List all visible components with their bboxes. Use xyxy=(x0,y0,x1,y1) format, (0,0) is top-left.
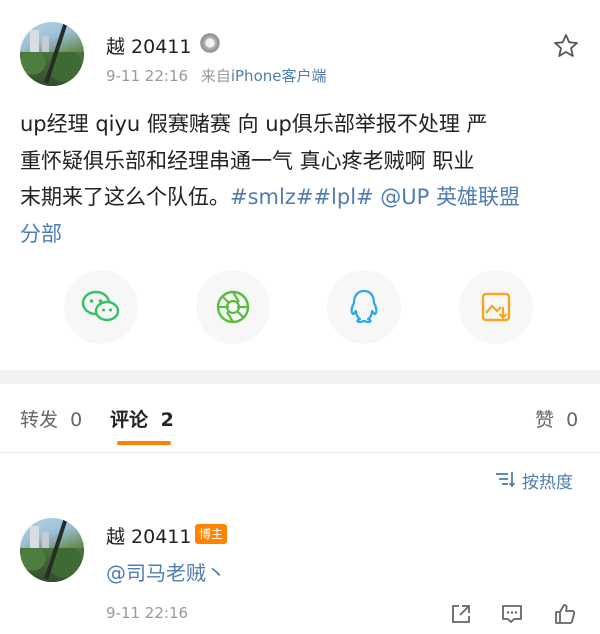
tab-likes-count: 0 xyxy=(566,409,579,431)
favorite-star-icon[interactable] xyxy=(553,33,579,59)
commenter-avatar[interactable] xyxy=(20,518,84,582)
commenter-name[interactable]: 越 20411 xyxy=(106,522,191,549)
share-wechat-button[interactable] xyxy=(64,270,138,344)
tabs-divider xyxy=(0,452,600,453)
tab-repost-label: 转发 xyxy=(20,409,59,431)
section-divider xyxy=(0,370,600,384)
tab-likes[interactable]: 赞 0 xyxy=(535,405,578,432)
moments-icon xyxy=(216,290,250,324)
tab-comments-label: 评论 xyxy=(110,409,149,431)
share-moments-button[interactable] xyxy=(196,270,270,344)
host-badge: 博主 xyxy=(195,524,228,544)
tab-repost[interactable]: 转发 0 xyxy=(20,405,82,432)
author-avatar[interactable] xyxy=(20,22,84,86)
post-text-plain: 末期来了这么个队伍。 xyxy=(20,185,230,209)
post-source-prefix: 来自 xyxy=(200,67,231,85)
tab-repost-count: 0 xyxy=(70,409,83,431)
post-meta: 9-11 22:16 来自iPhone客户端 xyxy=(106,65,326,86)
post-text-line: 重怀疑俱乐部和经理串通一气 真心疼老贼啊 职业 xyxy=(20,148,475,173)
comment-time: 9-11 22:16 xyxy=(106,604,189,622)
post-author-name[interactable]: 越 20411 xyxy=(106,32,191,59)
qq-icon xyxy=(350,289,378,324)
post-time: 9-11 22:16 xyxy=(106,67,189,85)
comment-mention-link[interactable]: @司马老贼丶 xyxy=(106,557,226,586)
save-image-icon xyxy=(481,292,511,322)
hashtag-link[interactable]: #smlz##lpl# @UP 英雄联盟 xyxy=(230,185,520,209)
active-tab-indicator xyxy=(117,441,171,445)
tab-comments[interactable]: 评论 2 xyxy=(110,405,174,432)
medal-icon[interactable] xyxy=(200,33,220,53)
like-icon[interactable] xyxy=(553,602,577,626)
sort-icon[interactable] xyxy=(493,470,515,488)
reply-icon[interactable] xyxy=(500,602,524,626)
mention-link[interactable]: 分部 xyxy=(20,216,585,253)
post-text-line: up经理 qiyu 假赛赌赛 向 up俱乐部举报不处理 严 xyxy=(20,112,488,136)
sort-by-hot-button[interactable]: 按热度 xyxy=(522,468,573,493)
tab-likes-label: 赞 xyxy=(535,409,555,431)
wechat-icon xyxy=(81,290,120,322)
save-image-button[interactable] xyxy=(459,270,533,344)
post-text: up经理 qiyu 假赛赌赛 向 up俱乐部举报不处理 严 重怀疑俱乐部和经理串… xyxy=(20,106,585,252)
tab-comments-count: 2 xyxy=(160,409,174,431)
post-source[interactable]: iPhone客户端 xyxy=(231,67,327,85)
post-text-line: 末期来了这么个队伍。#smlz##lpl# @UP 英雄联盟 xyxy=(20,179,585,216)
share-icon[interactable] xyxy=(449,602,473,626)
share-qq-button[interactable] xyxy=(327,270,401,344)
